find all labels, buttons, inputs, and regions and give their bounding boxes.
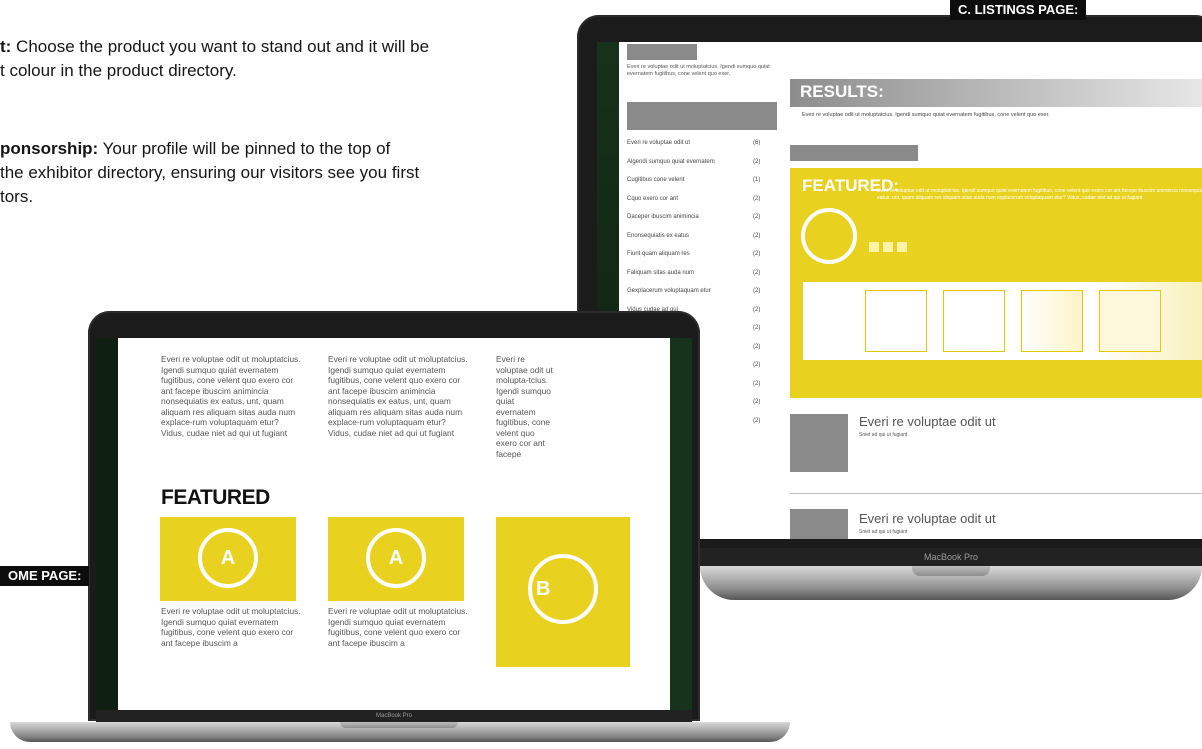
- card-a2-logo: A: [366, 528, 426, 588]
- sort-block: [790, 145, 918, 161]
- sidebar-filter-item[interactable]: Cugitibus cone velent (1): [627, 177, 767, 183]
- sidebar-filter-label: Cquo exero cor ant: [627, 195, 679, 202]
- featured-text: Everi re voluptae odit ut moluptatcius. …: [877, 188, 1202, 201]
- listings-page-label: C. LISTINGS PAGE:: [950, 0, 1087, 20]
- listings-laptop-notch: [912, 566, 990, 576]
- featured-dot-2: [883, 242, 893, 252]
- home-page-label: OME PAGE:: [0, 566, 90, 586]
- sidebar-header-block: [627, 102, 777, 130]
- sidebar-filter-count: (2): [753, 158, 761, 165]
- home-col-2-text: Everi re voluptae odit ut moluptatcius. …: [328, 354, 468, 438]
- home-screen: Everi re voluptae odit ut moluptatcius. …: [96, 338, 692, 710]
- intro-line-5: tors.: [0, 187, 34, 206]
- home-laptop-notch: [340, 722, 458, 728]
- results-title: RESULTS:: [790, 79, 1202, 107]
- home-laptop-brand: MacBook Pro: [96, 710, 692, 722]
- result-thumb-2[interactable]: [790, 509, 848, 539]
- sidebar-intro: Everi re voluptae odit ut moluptatcius. …: [627, 64, 770, 77]
- sidebar-filter-count: (2): [753, 399, 761, 405]
- intro-line-3: ponsorship: Your profile will be pinned …: [0, 139, 391, 158]
- sidebar-filter-count: (2): [753, 325, 761, 331]
- sidebar-filter-item[interactable]: Gexplacerum voluptaquam etur (2): [627, 288, 767, 294]
- sidebar-filter-item[interactable]: Cquo exero cor ant (2): [627, 196, 767, 202]
- sidebar-logo-block: [627, 44, 697, 60]
- sidebar-filter-item[interactable]: Algendi sumquo quiat evernatem (2): [627, 159, 767, 165]
- result-title-2[interactable]: Everi re voluptae odit ut: [859, 511, 996, 526]
- listings-laptop-brand: MacBook Pro: [700, 548, 1202, 566]
- sidebar-filter-count: (1): [753, 177, 761, 183]
- sidebar-filter-item[interactable]: Everi re voluptae odit ut (6): [627, 140, 767, 146]
- sidebar-filter-item[interactable]: Fiunt quam aliquam res (2): [627, 251, 767, 257]
- intro-line-1: t: Choose the product you want to stand …: [0, 37, 430, 56]
- sidebar-filter-label: Daceper ibuscim animincia: [627, 214, 699, 220]
- home-col-3-text: Everi re voluptae odit ut molupta-tcius.…: [496, 354, 553, 459]
- sidebar-filter-label: Faliquam sitas auda num: [627, 269, 695, 276]
- sidebar-filter-label: Gexplacerum voluptaquam etur: [627, 288, 711, 294]
- sidebar-filter-count: (2): [753, 269, 761, 276]
- result-sub-1: Sniet ad qui ut fugiant: [859, 432, 908, 438]
- intro-line-4: the exhibitor directory, ensuring our vi…: [0, 163, 420, 182]
- sidebar-filter-label: Enonsequiatis ex eatus: [627, 232, 690, 239]
- gallery-thumb-1[interactable]: [865, 290, 927, 352]
- sidebar-filter-item[interactable]: Faliquam sitas auda num (2): [627, 270, 767, 276]
- result-sub-2: Sniet ad qui ut fugiant: [859, 529, 908, 535]
- result-thumb-1[interactable]: [790, 414, 848, 472]
- featured-dot-1: [869, 242, 879, 252]
- sidebar-filter-count: (2): [753, 306, 761, 313]
- card-b-logo: B: [528, 554, 598, 624]
- gallery-thumb-3[interactable]: [1021, 290, 1083, 352]
- sidebar-filter-count: (2): [753, 288, 761, 294]
- featured-logo-ring: [801, 208, 857, 264]
- sidebar-filter-count: (2): [753, 343, 761, 350]
- sidebar-filter-count: (2): [753, 251, 761, 257]
- result-divider: [790, 493, 1202, 494]
- intro-line-2: t colour in the product directory.: [0, 61, 237, 80]
- gallery-thumb-2[interactable]: [943, 290, 1005, 352]
- sidebar-filter-label: Cugitibus cone velent: [627, 177, 685, 183]
- sidebar-filter-item[interactable]: Daceper ibuscim animincia (2): [627, 214, 767, 220]
- sidebar-filter-label: Everi re voluptae odit ut: [627, 140, 691, 146]
- gallery-thumb-4[interactable]: [1099, 290, 1161, 352]
- sidebar-filter-count: (2): [753, 214, 761, 220]
- sidebar-filter-count: (2): [753, 362, 761, 368]
- home-col-1-text: Everi re voluptae odit ut moluptatcius. …: [161, 354, 301, 438]
- home-featured-title: FEATURED: [161, 486, 270, 509]
- card-a1-caption: Everi re voluptae odit ut moluptatcius. …: [161, 606, 301, 648]
- sidebar-filter-label: Algendi sumquo quiat evernatem: [627, 158, 715, 165]
- card-a2-caption: Everi re voluptae odit ut moluptatcius. …: [328, 606, 468, 648]
- sidebar-filter-count: (2): [753, 232, 761, 239]
- sidebar-filter-count: (2): [753, 417, 761, 424]
- sidebar-filter-item[interactable]: Enonsequiatis ex eatus (2): [627, 233, 767, 239]
- result-title-1[interactable]: Everi re voluptae odit ut: [859, 414, 996, 429]
- results-text: Everi re voluptae odit ut moluptatcius. …: [802, 112, 1050, 118]
- featured-dot-3: [897, 242, 907, 252]
- sidebar-filter-count: (6): [753, 140, 761, 146]
- sidebar-filter-label: Fiunt quam aliquam res: [627, 251, 690, 257]
- card-a1-logo: A: [198, 528, 258, 588]
- sidebar-filter-count: (2): [753, 380, 761, 387]
- sidebar-filter-count: (2): [753, 195, 761, 202]
